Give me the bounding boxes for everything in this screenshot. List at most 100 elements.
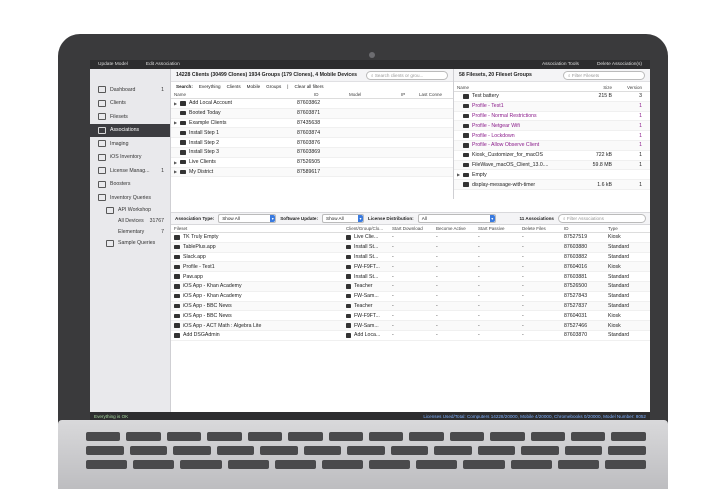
association-type-select[interactable]: Show All ▾ bbox=[218, 214, 277, 223]
sidebar-subitem-sample-queries[interactable]: Sample Queries bbox=[90, 238, 170, 249]
table-row[interactable]: Profile - Netgear Wifi 1 bbox=[454, 121, 650, 132]
clients-icon bbox=[98, 99, 106, 107]
assoc-id: 87603880 bbox=[564, 244, 588, 251]
table-row[interactable]: iOS App - Khan Academy FW-Sam... - - - - 87527… bbox=[171, 292, 650, 302]
table-row[interactable]: Profile - Test1 FW-F9FT... - - - - 87604016 Kio… bbox=[171, 262, 650, 273]
assoc-start-download: - bbox=[392, 293, 394, 300]
sidebar-item-label: License Manag... bbox=[110, 167, 150, 174]
sidebar-item-dashboard[interactable]: Dashboard 1 bbox=[90, 83, 170, 97]
sidebar-item-inventory-queries[interactable]: Inventory Queries bbox=[90, 191, 170, 205]
col-assoc-fileset[interactable]: Fileset bbox=[174, 226, 346, 231]
software-update-select[interactable]: Show All ▾ bbox=[322, 214, 365, 223]
assoc-start-passive: - bbox=[478, 244, 480, 251]
filesets-column-header: Name Size Version bbox=[454, 84, 650, 92]
table-row[interactable]: FileWave_macOS_Client_13.0.... 59.8 MB 1 bbox=[454, 160, 650, 171]
col-delete-files[interactable]: Delete Files bbox=[522, 226, 564, 231]
fileset-icon bbox=[174, 274, 180, 279]
table-row[interactable]: Install Step 2 87603876 bbox=[171, 138, 453, 148]
table-row[interactable]: ▶ Add Local Account 87603862 bbox=[171, 99, 453, 109]
fileset-version: 1 bbox=[639, 142, 642, 149]
col-assoc-type[interactable]: Type bbox=[608, 226, 644, 231]
col-assoc-client[interactable]: Client/Group/Clo... bbox=[346, 226, 392, 231]
assoc-become-active: - bbox=[436, 273, 438, 280]
table-row[interactable]: Booted Today 87603871 bbox=[171, 108, 453, 119]
fileset-name: display-message-with-timer bbox=[472, 181, 536, 188]
sidebar-item-ios-inventory[interactable]: iOS Inventory bbox=[90, 151, 170, 165]
table-row[interactable]: ▶ My District 87589617 bbox=[171, 167, 453, 178]
table-row[interactable]: ▶ Live Clients 87526505 bbox=[171, 158, 453, 168]
association-tools-button[interactable]: Association Tools bbox=[542, 62, 579, 67]
sidebar-item-clients[interactable]: Clients bbox=[90, 97, 170, 111]
assoc-start-download: - bbox=[392, 244, 394, 251]
filesets-search-input[interactable]: ⌕ Filter Filesets bbox=[563, 70, 645, 80]
table-row[interactable]: Profile - Allow Observe Client 1 bbox=[454, 140, 650, 151]
clients-search-input[interactable]: ⌕ Search clients or grou... bbox=[366, 70, 448, 80]
fileset-size: 59.8 MB bbox=[592, 161, 612, 168]
sidebar-subitem-all-devices[interactable]: All Devices 31767 bbox=[90, 216, 170, 227]
group-icon bbox=[180, 150, 186, 155]
sidebar-item-associations[interactable]: Associations bbox=[90, 123, 170, 137]
table-row[interactable]: Kiosk_Customizer_for_macOS 722 kB 1 bbox=[454, 151, 650, 161]
associations-search-input[interactable]: ⌕ Filter Associations bbox=[558, 214, 646, 223]
filter-groups[interactable]: Groups bbox=[266, 84, 281, 89]
col-become-active[interactable]: Become Active bbox=[436, 226, 478, 231]
col-start-passive[interactable]: Start Passive bbox=[478, 226, 522, 231]
sidebar-item-boosters[interactable]: Boosters bbox=[90, 178, 170, 192]
sidebar-subitem-label: Sample Queries bbox=[118, 240, 156, 246]
table-row[interactable]: Profile - Lockdown 1 bbox=[454, 131, 650, 141]
table-row[interactable]: iOS App - BBC News FW-F9FT... - - - - 87604031… bbox=[171, 311, 650, 322]
fileset-name: Profile - Allow Observe Client bbox=[472, 142, 540, 149]
table-row[interactable]: Test battery 215 B 3 bbox=[454, 92, 650, 102]
col-model[interactable]: Model bbox=[349, 92, 401, 97]
col-start-download[interactable]: Start Download bbox=[392, 226, 436, 231]
table-row[interactable]: ▶ Example Clients 87435638 bbox=[171, 119, 453, 129]
table-row[interactable]: Profile - Test1 1 bbox=[454, 101, 650, 112]
sidebar-item-imaging[interactable]: Imaging bbox=[90, 137, 170, 151]
col-assoc-id[interactable]: ID bbox=[564, 226, 608, 231]
edit-association-button[interactable]: Edit Association bbox=[146, 62, 180, 67]
table-row[interactable]: TK Truly Empty Live Clie... - - - - 87527519 Ki… bbox=[171, 233, 650, 243]
filter-clients[interactable]: Clients bbox=[227, 84, 241, 89]
assoc-client: FW-F9FT... bbox=[354, 312, 380, 319]
table-row[interactable]: Profile - Normal Restrictions 1 bbox=[454, 112, 650, 122]
col-ip[interactable]: IP bbox=[401, 92, 419, 97]
table-row[interactable]: Add DSGAdmin Add Loca... - - - - 87603870 Stand… bbox=[171, 331, 650, 341]
table-row[interactable]: Install Step 3 87603869 bbox=[171, 147, 453, 158]
table-row[interactable]: iOS App - ACT Math : Algebra Lite FW-Sam.… bbox=[171, 321, 650, 331]
col-id[interactable]: ID bbox=[314, 92, 349, 97]
col-last-connect[interactable]: Last Conne bbox=[419, 92, 449, 97]
col-fileset-name[interactable]: Name bbox=[457, 85, 577, 90]
col-version[interactable]: Version bbox=[612, 85, 642, 90]
table-row[interactable]: ▶ Empty bbox=[454, 170, 650, 181]
assoc-start-download: - bbox=[392, 322, 394, 329]
assoc-start-passive: - bbox=[478, 283, 480, 290]
imaging-icon bbox=[98, 140, 106, 148]
sidebar-subitem-api-workshop[interactable]: API Workshop bbox=[90, 205, 170, 216]
table-row[interactable]: Install Step 1 87603874 bbox=[171, 128, 453, 139]
assoc-become-active: - bbox=[436, 332, 438, 339]
table-row[interactable]: iOS App - Khan Academy Teacher - - - - 8752650… bbox=[171, 281, 650, 292]
license-distribution-select[interactable]: All ▾ bbox=[417, 214, 496, 223]
filter-mobile[interactable]: Mobile bbox=[247, 84, 261, 89]
table-row[interactable]: TablePlus.app Install St... - - - - 87603880 St… bbox=[171, 242, 650, 253]
assoc-start-passive: - bbox=[478, 302, 480, 309]
filter-everything[interactable]: Everything bbox=[199, 84, 221, 89]
sidebar-item-license-manag-[interactable]: License Manag... 1 bbox=[90, 164, 170, 178]
table-row[interactable]: iOS App - BBC News Teacher - - - - 87527837 Sta… bbox=[171, 301, 650, 312]
table-row[interactable]: Slack.app Install St... - - - - 87603882 Standa… bbox=[171, 253, 650, 263]
sidebar-subitem-elementary[interactable]: Elementary 7 bbox=[90, 227, 170, 238]
sidebar-item-filesets[interactable]: Filesets bbox=[90, 110, 170, 124]
client-icon bbox=[346, 313, 351, 319]
delete-associations-button[interactable]: Delete Association(s) bbox=[597, 62, 642, 67]
clear-filters-button[interactable]: Clear all filters bbox=[294, 84, 323, 89]
fileset-icon bbox=[463, 152, 469, 158]
client-id: 87526505 bbox=[297, 159, 321, 166]
table-row[interactable]: Paw.app Install St... - - - - 87603881 Standard bbox=[171, 272, 650, 282]
col-name[interactable]: Name bbox=[174, 92, 314, 97]
assoc-start-passive: - bbox=[478, 322, 480, 329]
table-row[interactable]: display-message-with-timer 1.6 kB 1 bbox=[454, 180, 650, 190]
assoc-start-passive: - bbox=[478, 234, 480, 241]
col-size[interactable]: Size bbox=[577, 85, 612, 90]
update-model-button[interactable]: Update Model bbox=[98, 62, 128, 67]
fileset-name: Profile - Test1 bbox=[472, 103, 504, 110]
